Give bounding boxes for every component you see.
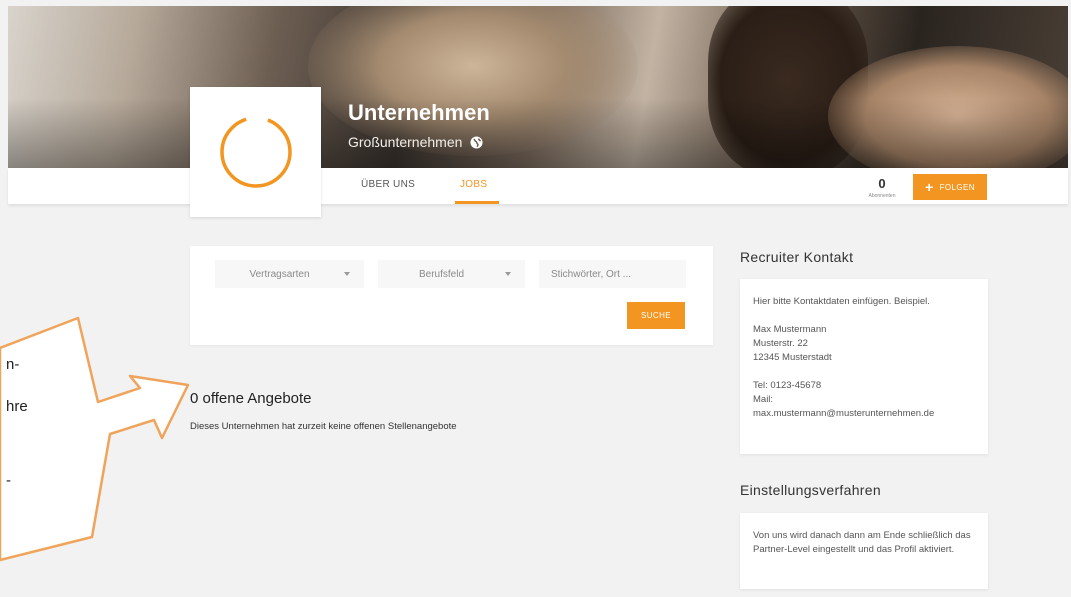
- callout-line-3: -: [6, 472, 11, 489]
- follower-label: Abonnenten: [868, 193, 896, 199]
- callout-line-2: hre: [6, 398, 28, 415]
- contract-type-value: Vertragsarten: [249, 268, 310, 280]
- recruiter-intro: Hier bitte Kontaktdaten einfügen. Beispi…: [753, 296, 930, 307]
- chevron-down-icon: [505, 272, 511, 276]
- company-type-label: Großunternehmen: [348, 134, 463, 150]
- hiring-text: Von uns wird danach dann am Ende schließ…: [753, 530, 971, 555]
- company-type: Großunternehmen: [348, 134, 483, 150]
- tab-jobs[interactable]: JOBS: [460, 179, 487, 190]
- keyword-input[interactable]: [539, 260, 686, 288]
- callout-arrow-shape: [0, 316, 190, 562]
- recruiter-card: Hier bitte Kontaktdaten einfügen. Beispi…: [740, 279, 988, 454]
- job-field-select[interactable]: Berufsfeld: [378, 260, 525, 288]
- recruiter-mail[interactable]: max.mustermann@musterunternehmen.de: [753, 407, 975, 421]
- callout-line-1: n-: [6, 356, 20, 373]
- recruiter-mail-label: Mail:: [753, 394, 774, 405]
- tab-about[interactable]: ÜBER UNS: [361, 179, 415, 190]
- recruiter-heading: Recruiter Kontakt: [740, 249, 854, 265]
- job-field-value: Berufsfeld: [418, 268, 465, 280]
- recruiter-street: Musterstr. 22: [753, 338, 808, 349]
- chevron-down-icon: [344, 272, 350, 276]
- recruiter-city: 12345 Musterstadt: [753, 352, 832, 363]
- globe-icon: [470, 135, 483, 149]
- follow-button-label: FOLGEN: [939, 182, 975, 192]
- follower-count: 0: [878, 176, 886, 191]
- company-name: Unternehmen: [348, 100, 490, 125]
- hiring-heading: Einstellungsverfahren: [740, 482, 881, 498]
- follow-button[interactable]: + FOLGEN: [913, 174, 987, 200]
- job-search-card: Vertragsarten Berufsfeld SUCHE: [190, 246, 713, 345]
- contract-type-select[interactable]: Vertragsarten: [215, 260, 364, 288]
- plus-icon: +: [925, 179, 934, 195]
- tab-active-indicator: [455, 201, 499, 204]
- recruiter-name: Max Mustermann: [753, 324, 827, 335]
- hiring-card: Von uns wird danach dann am Ende schließ…: [740, 513, 988, 589]
- recruiter-tel: Tel: 0123-45678: [753, 380, 822, 391]
- search-button[interactable]: SUCHE: [627, 302, 685, 329]
